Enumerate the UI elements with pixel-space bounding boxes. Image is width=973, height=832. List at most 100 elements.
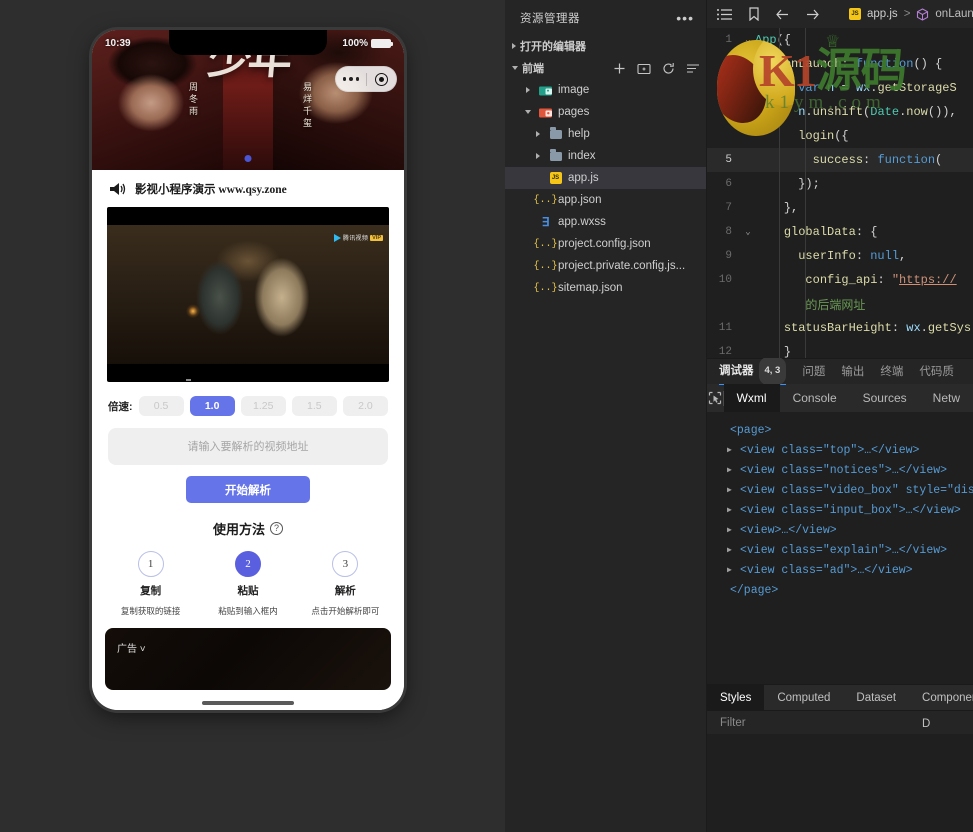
tab-debugger[interactable]: 调试器 4, 3 xyxy=(719,359,786,385)
code-line[interactable]: 6 }); xyxy=(707,172,973,196)
speed-option-1.5[interactable]: 1.5 xyxy=(292,396,337,416)
code-text: App({ xyxy=(755,33,973,47)
devtools-tab-console[interactable]: Console xyxy=(780,384,850,412)
wxml-line[interactable]: ▶ <view class="explain">…</view> xyxy=(717,540,973,560)
devtools-tab-network[interactable]: Netw xyxy=(920,384,973,412)
step-name: 粘贴 xyxy=(199,583,296,598)
tab-output[interactable]: 输出 xyxy=(841,359,864,385)
code-text: onLaunch: function() { xyxy=(755,57,973,71)
wxml-line[interactable]: <page> xyxy=(717,420,973,440)
tree-item-help[interactable]: help xyxy=(505,123,706,145)
code-line[interactable]: 12 } xyxy=(707,340,973,358)
code-line[interactable]: 7 }, xyxy=(707,196,973,220)
code-line[interactable]: 3 var n = wx.getStorageS xyxy=(707,76,973,100)
refresh-icon[interactable] xyxy=(662,62,675,75)
back-arrow-icon[interactable] xyxy=(775,8,790,21)
speed-option-1.0[interactable]: 1.0 xyxy=(190,396,235,416)
notice-bar: 影视小程序演示 www.qsy.zone xyxy=(92,170,404,207)
tree-item-project-private-config[interactable]: {..} project.private.config.js... xyxy=(505,255,706,277)
wxml-tree[interactable]: <page> ▶ <view class="top">…</view> ▶ <v… xyxy=(707,412,973,684)
expand-arrow-icon[interactable]: ▶ xyxy=(727,485,740,495)
tab-code-quality[interactable]: 代码质 xyxy=(919,359,954,385)
start-parse-button[interactable]: 开始解析 xyxy=(186,476,310,503)
wxml-line[interactable]: ▶ <view class="video_box" style="displa xyxy=(717,480,973,500)
tree-item-image[interactable]: image xyxy=(505,79,706,101)
styles-tab-computed[interactable]: Computed xyxy=(764,685,843,711)
styles-tab-dataset[interactable]: Dataset xyxy=(843,685,909,711)
project-section[interactable]: 前端 xyxy=(505,57,706,79)
new-folder-icon[interactable] xyxy=(637,62,651,75)
code-line-active[interactable]: 5 success: function( xyxy=(707,148,973,172)
miniprogram-capsule[interactable] xyxy=(335,66,397,92)
ad-label[interactable]: 广告 ˅ xyxy=(117,640,146,655)
code-line[interactable]: 8 ⌄ globalData: { xyxy=(707,220,973,244)
new-file-icon[interactable] xyxy=(613,62,626,75)
speed-option-0.5[interactable]: 0.5 xyxy=(139,396,184,416)
video-player[interactable]: 腾讯视频VIP xyxy=(107,207,389,382)
video-url-input[interactable] xyxy=(108,428,388,465)
fold-arrow-icon[interactable]: ⌄ xyxy=(741,227,755,237)
video-progress-bar[interactable] xyxy=(186,379,191,381)
breadcrumb[interactable]: JS app.js > onLaunc xyxy=(849,8,973,21)
devtools-tab-wxml[interactable]: Wxml xyxy=(724,384,780,412)
tree-item-project-config[interactable]: {..} project.config.json xyxy=(505,233,706,255)
chevron-right-icon[interactable] xyxy=(533,153,543,159)
code-line[interactable]: 2 ⌄ onLaunch: function() { xyxy=(707,52,973,76)
expand-arrow-icon[interactable]: ▶ xyxy=(727,525,740,535)
tab-terminal[interactable]: 终端 xyxy=(880,359,903,385)
tab-problems[interactable]: 问题 xyxy=(802,359,825,385)
styles-tab-styles[interactable]: Styles xyxy=(707,685,764,711)
tree-item-pages[interactable]: pages xyxy=(505,101,706,123)
question-mark-icon[interactable]: ? xyxy=(270,522,283,535)
open-editors-section[interactable]: 打开的编辑器 xyxy=(505,35,706,57)
chevron-right-icon[interactable] xyxy=(523,87,533,93)
bookmark-icon[interactable] xyxy=(748,7,760,21)
ellipsis-icon[interactable]: ••• xyxy=(676,14,694,22)
code-line[interactable]: 1 ⌄ App({ xyxy=(707,28,973,52)
wxml-line[interactable]: ▶ <view>…</view> xyxy=(717,520,973,540)
tree-item-app-json[interactable]: {..} app.json xyxy=(505,189,706,211)
fold-arrow-icon[interactable]: ⌄ xyxy=(741,35,755,45)
tree-item-app-js[interactable]: JS app.js xyxy=(505,167,706,189)
wxml-line[interactable]: ▶ <view class="notices">…</view> xyxy=(717,460,973,480)
wxml-line[interactable]: ▶ <view class="input_box">…</view> xyxy=(717,500,973,520)
code-line[interactable]: 9 userInfo: null, xyxy=(707,244,973,268)
fold-arrow-icon[interactable]: ⌄ xyxy=(741,59,755,69)
breadcrumb-symbol[interactable]: onLaunc xyxy=(935,8,973,20)
styles-filter-row[interactable]: Filter xyxy=(707,710,973,734)
expand-arrow-icon[interactable]: ▶ xyxy=(727,545,740,555)
code-line[interactable]: 10 config_api: "https:// xyxy=(707,268,973,292)
breadcrumb-file[interactable]: app.js xyxy=(867,8,898,20)
code-line[interactable]: 的后端网址 xyxy=(707,292,973,316)
close-target-icon[interactable] xyxy=(367,73,397,86)
expand-arrow-icon[interactable]: ▶ xyxy=(727,505,740,515)
speed-option-2.0[interactable]: 2.0 xyxy=(343,396,388,416)
carousel-dot[interactable] xyxy=(245,155,252,162)
devtools-tab-sources[interactable]: Sources xyxy=(850,384,920,412)
expand-arrow-icon[interactable]: ▶ xyxy=(727,445,740,455)
chevron-right-icon[interactable] xyxy=(533,131,543,137)
forward-arrow-icon[interactable] xyxy=(805,8,820,21)
element-picker-icon[interactable] xyxy=(707,391,723,405)
ad-banner[interactable]: 广告 ˅ xyxy=(105,628,391,690)
tree-item-app-wxss[interactable]: ∃ app.wxss xyxy=(505,211,706,233)
code-line[interactable]: login({ xyxy=(707,124,973,148)
wxml-text: <view class="explain">…</view> xyxy=(740,544,947,557)
code-line[interactable]: 11 statusBarHeight: wx.getSys xyxy=(707,316,973,340)
styles-tab-component-data[interactable]: Component D xyxy=(909,685,973,711)
more-menu-icon[interactable] xyxy=(336,77,366,82)
expand-arrow-icon[interactable]: ▶ xyxy=(727,565,740,575)
fold-arrow-icon[interactable]: ⌄ xyxy=(741,107,755,117)
wxml-line[interactable]: ▶ <view class="top">…</view> xyxy=(717,440,973,460)
collapse-all-icon[interactable] xyxy=(686,62,700,75)
chevron-down-icon[interactable] xyxy=(523,110,533,114)
wxml-line[interactable]: </page> xyxy=(717,580,973,600)
speed-option-1.25[interactable]: 1.25 xyxy=(241,396,286,416)
expand-arrow-icon[interactable]: ▶ xyxy=(727,465,740,475)
code-editor[interactable]: 1 ⌄ App({ 2 ⌄ onLaunch: function() { 3 v… xyxy=(707,28,973,358)
list-icon[interactable] xyxy=(717,8,733,21)
tree-item-index[interactable]: index xyxy=(505,145,706,167)
code-line[interactable]: 4 ⌄ n.unshift(Date.now()), xyxy=(707,100,973,124)
wxml-line[interactable]: ▶ <view class="ad">…</view> xyxy=(717,560,973,580)
tree-item-sitemap-json[interactable]: {..} sitemap.json xyxy=(505,277,706,299)
